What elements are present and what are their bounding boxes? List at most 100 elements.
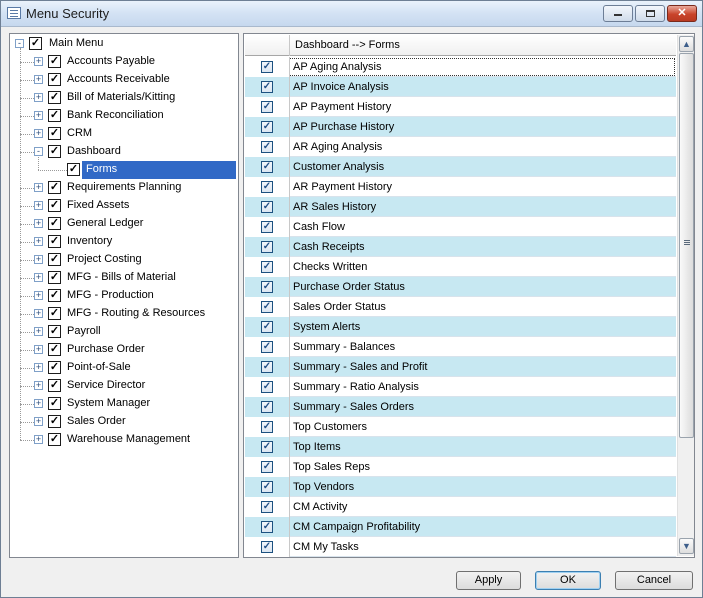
tree-item-general-ledger[interactable]: + ✓ General Ledger: [10, 215, 238, 233]
tree-item-mfg-bills-of-material[interactable]: + ✓ MFG - Bills of Material: [10, 269, 238, 287]
grid-check-cell[interactable]: ✓: [245, 137, 290, 157]
grid-check-cell[interactable]: ✓: [245, 357, 290, 377]
grid-row-checkbox[interactable]: ✓: [261, 121, 273, 133]
grid-row-checkbox[interactable]: ✓: [261, 221, 273, 233]
tree-item-checkbox[interactable]: ✓: [48, 235, 61, 248]
tree-item-requirements-planning[interactable]: + ✓ Requirements Planning: [10, 179, 238, 197]
grid-row-checkbox[interactable]: ✓: [261, 61, 273, 73]
grid-check-cell[interactable]: ✓: [245, 337, 290, 357]
grid-row[interactable]: ✓ Customer Analysis: [245, 157, 676, 177]
grid-check-cell[interactable]: ✓: [245, 257, 290, 277]
tree-item-checkbox[interactable]: ✓: [48, 73, 61, 86]
grid-row[interactable]: ✓ Summary - Sales Orders: [245, 397, 676, 417]
tree-root[interactable]: - ✓ Main Menu: [10, 35, 238, 53]
grid-row[interactable]: ✓ Top Vendors: [245, 477, 676, 497]
grid-check-cell[interactable]: ✓: [245, 57, 290, 77]
grid-row[interactable]: ✓ Top Items: [245, 437, 676, 457]
tree-item-accounts-payable[interactable]: + ✓ Accounts Payable: [10, 53, 238, 71]
grid-check-cell[interactable]: ✓: [245, 157, 290, 177]
grid-row-checkbox[interactable]: ✓: [261, 421, 273, 433]
tree-item-payroll[interactable]: + ✓ Payroll: [10, 323, 238, 341]
grid-row[interactable]: ✓ Sales Order Status: [245, 297, 676, 317]
grid-row[interactable]: ✓ AP Payment History: [245, 97, 676, 117]
grid-row[interactable]: ✓ Purchase Order Status: [245, 277, 676, 297]
tree-item-bank-reconciliation[interactable]: + ✓ Bank Reconciliation: [10, 107, 238, 125]
grid-check-cell[interactable]: ✓: [245, 417, 290, 437]
expand-icon[interactable]: +: [34, 381, 43, 390]
grid-row[interactable]: ✓ AP Aging Analysis: [245, 57, 676, 77]
grid-header-title[interactable]: Dashboard --> Forms: [295, 39, 400, 51]
tree-item-fixed-assets[interactable]: + ✓ Fixed Assets: [10, 197, 238, 215]
grid-check-cell[interactable]: ✓: [245, 297, 290, 317]
tree-item-sales-order[interactable]: + ✓ Sales Order: [10, 413, 238, 431]
grid-row-checkbox[interactable]: ✓: [261, 281, 273, 293]
grid-check-cell[interactable]: ✓: [245, 197, 290, 217]
grid-vertical-scrollbar[interactable]: ▲ ▼: [677, 35, 694, 556]
grid-row-checkbox[interactable]: ✓: [261, 521, 273, 533]
grid-check-cell[interactable]: ✓: [245, 477, 290, 497]
expand-icon[interactable]: +: [34, 417, 43, 426]
apply-button[interactable]: Apply: [456, 571, 521, 590]
tree-item-checkbox[interactable]: ✓: [48, 253, 61, 266]
grid-row[interactable]: ✓ CM My Tasks: [245, 537, 676, 557]
grid-row-checkbox[interactable]: ✓: [261, 101, 273, 113]
grid-row-checkbox[interactable]: ✓: [261, 301, 273, 313]
scroll-thumb[interactable]: [679, 53, 694, 438]
tree-item-point-of-sale[interactable]: + ✓ Point-of-Sale: [10, 359, 238, 377]
grid-check-cell[interactable]: ✓: [245, 277, 290, 297]
grid-row-checkbox[interactable]: ✓: [261, 201, 273, 213]
tree-item-project-costing[interactable]: + ✓ Project Costing: [10, 251, 238, 269]
grid-row-checkbox[interactable]: ✓: [261, 341, 273, 353]
grid-row-checkbox[interactable]: ✓: [261, 181, 273, 193]
grid-check-cell[interactable]: ✓: [245, 517, 290, 537]
expand-icon[interactable]: +: [34, 183, 43, 192]
tree-item-checkbox[interactable]: ✓: [48, 91, 61, 104]
tree-item-checkbox[interactable]: ✓: [48, 199, 61, 212]
grid-row[interactable]: ✓ Cash Receipts: [245, 237, 676, 257]
grid-row-checkbox[interactable]: ✓: [261, 261, 273, 273]
grid-row-checkbox[interactable]: ✓: [261, 541, 273, 553]
tree-item-purchase-order[interactable]: + ✓ Purchase Order: [10, 341, 238, 359]
grid-row-checkbox[interactable]: ✓: [261, 161, 273, 173]
tree-root-checkbox[interactable]: ✓: [29, 37, 42, 50]
grid-row-checkbox[interactable]: ✓: [261, 141, 273, 153]
grid-row-checkbox[interactable]: ✓: [261, 81, 273, 93]
collapse-icon[interactable]: -: [15, 39, 24, 48]
expand-icon[interactable]: +: [34, 75, 43, 84]
tree-item-checkbox[interactable]: ✓: [48, 109, 61, 122]
grid-row[interactable]: ✓ Summary - Ratio Analysis: [245, 377, 676, 397]
grid-row[interactable]: ✓ AR Aging Analysis: [245, 137, 676, 157]
expand-icon[interactable]: +: [34, 129, 43, 138]
minimize-button[interactable]: [603, 5, 633, 22]
tree-item-checkbox[interactable]: ✓: [48, 181, 61, 194]
grid-row[interactable]: ✓ CM Activity: [245, 497, 676, 517]
expand-icon[interactable]: +: [34, 291, 43, 300]
scroll-up-button[interactable]: ▲: [679, 36, 694, 52]
expand-icon[interactable]: +: [34, 93, 43, 102]
expand-icon[interactable]: +: [34, 237, 43, 246]
grid-check-cell[interactable]: ✓: [245, 377, 290, 397]
expand-icon[interactable]: +: [34, 345, 43, 354]
grid-row-checkbox[interactable]: ✓: [261, 481, 273, 493]
grid-check-cell[interactable]: ✓: [245, 457, 290, 477]
expand-icon[interactable]: +: [34, 435, 43, 444]
tree-item-checkbox[interactable]: ✓: [48, 55, 61, 68]
tree-item-checkbox[interactable]: ✓: [67, 163, 80, 176]
tree-item-checkbox[interactable]: ✓: [48, 127, 61, 140]
grid-row[interactable]: ✓ AR Payment History: [245, 177, 676, 197]
maximize-button[interactable]: [635, 5, 665, 22]
tree-item-checkbox[interactable]: ✓: [48, 217, 61, 230]
collapse-icon[interactable]: -: [34, 147, 43, 156]
tree-item-checkbox[interactable]: ✓: [48, 307, 61, 320]
tree-item-mfg-routing-resources[interactable]: + ✓ MFG - Routing & Resources: [10, 305, 238, 323]
tree-item-checkbox[interactable]: ✓: [48, 145, 61, 158]
grid-check-cell[interactable]: ✓: [245, 97, 290, 117]
tree-item-mfg-production[interactable]: + ✓ MFG - Production: [10, 287, 238, 305]
expand-icon[interactable]: +: [34, 399, 43, 408]
grid-row-checkbox[interactable]: ✓: [261, 501, 273, 513]
expand-icon[interactable]: +: [34, 309, 43, 318]
tree-item-crm[interactable]: + ✓ CRM: [10, 125, 238, 143]
grid-row[interactable]: ✓ AP Invoice Analysis: [245, 77, 676, 97]
expand-icon[interactable]: +: [34, 273, 43, 282]
grid-row-checkbox[interactable]: ✓: [261, 461, 273, 473]
